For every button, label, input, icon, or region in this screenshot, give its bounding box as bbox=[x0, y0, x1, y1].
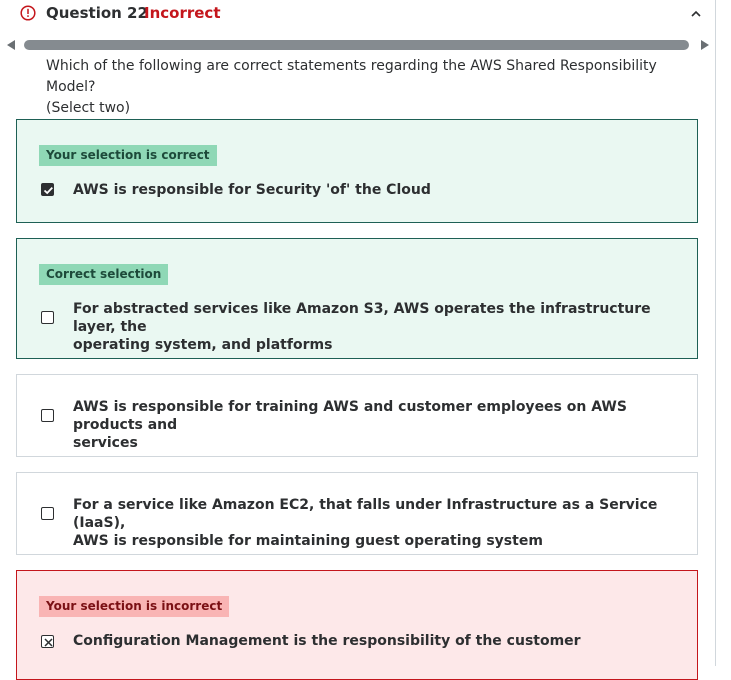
answer-text-line: For a service like Amazon EC2, that fall… bbox=[73, 497, 658, 531]
answer-text: AWS is responsible for Security 'of' the… bbox=[73, 181, 685, 199]
answer-text-line: operating system, and platforms bbox=[73, 337, 333, 353]
answer-text-line: AWS is responsible for Security 'of' the… bbox=[73, 182, 431, 198]
horizontal-scrollbar[interactable] bbox=[0, 38, 715, 52]
answer-option[interactable]: Your selection is correct AWS is respons… bbox=[16, 119, 698, 223]
scroll-right-arrow-icon[interactable] bbox=[701, 40, 709, 50]
answer-text-line: services bbox=[73, 435, 138, 451]
answer-option[interactable]: Your selection is incorrect Configuratio… bbox=[16, 570, 698, 680]
panel-right-border bbox=[715, 0, 716, 666]
answer-option[interactable]: For a service like Amazon EC2, that fall… bbox=[16, 472, 698, 555]
checkbox-checked[interactable] bbox=[41, 183, 54, 196]
answer-text: AWS is responsible for training AWS and … bbox=[73, 398, 685, 452]
question-number: Question 22 bbox=[46, 4, 148, 22]
checkbox-unchecked[interactable] bbox=[41, 311, 54, 324]
alert-circle-icon bbox=[20, 5, 36, 21]
question-prompt: Which of the following are correct state… bbox=[46, 56, 696, 119]
question-instruction: (Select two) bbox=[46, 100, 131, 116]
answer-option[interactable]: AWS is responsible for training AWS and … bbox=[16, 374, 698, 457]
question-status: Incorrect bbox=[144, 4, 221, 22]
scroll-left-arrow-icon[interactable] bbox=[7, 40, 15, 50]
selection-incorrect-badge: Your selection is incorrect bbox=[39, 596, 230, 617]
answer-text-line: Configuration Management is the responsi… bbox=[73, 633, 581, 649]
selection-correct-badge: Your selection is correct bbox=[39, 145, 217, 166]
scrollbar-thumb[interactable] bbox=[24, 40, 689, 50]
answer-text-line: AWS is responsible for training AWS and … bbox=[73, 399, 627, 433]
checkbox-unchecked[interactable] bbox=[41, 409, 54, 422]
question-header: Question 22 Incorrect bbox=[0, 0, 715, 28]
checkbox-unchecked[interactable] bbox=[41, 507, 54, 520]
answer-text: For abstracted services like Amazon S3, … bbox=[73, 300, 685, 354]
answer-text: For a service like Amazon EC2, that fall… bbox=[73, 496, 685, 550]
question-text: Which of the following are correct state… bbox=[46, 58, 657, 95]
answer-text-line: AWS is responsible for maintaining guest… bbox=[73, 533, 543, 549]
correct-selection-badge: Correct selection bbox=[39, 264, 169, 285]
answer-option[interactable]: Correct selection For abstracted service… bbox=[16, 238, 698, 359]
checkbox-x-marked[interactable] bbox=[41, 635, 54, 648]
chevron-up-icon[interactable] bbox=[688, 6, 704, 22]
answer-text: Configuration Management is the responsi… bbox=[73, 632, 685, 650]
answer-text-line: For abstracted services like Amazon S3, … bbox=[73, 301, 651, 335]
